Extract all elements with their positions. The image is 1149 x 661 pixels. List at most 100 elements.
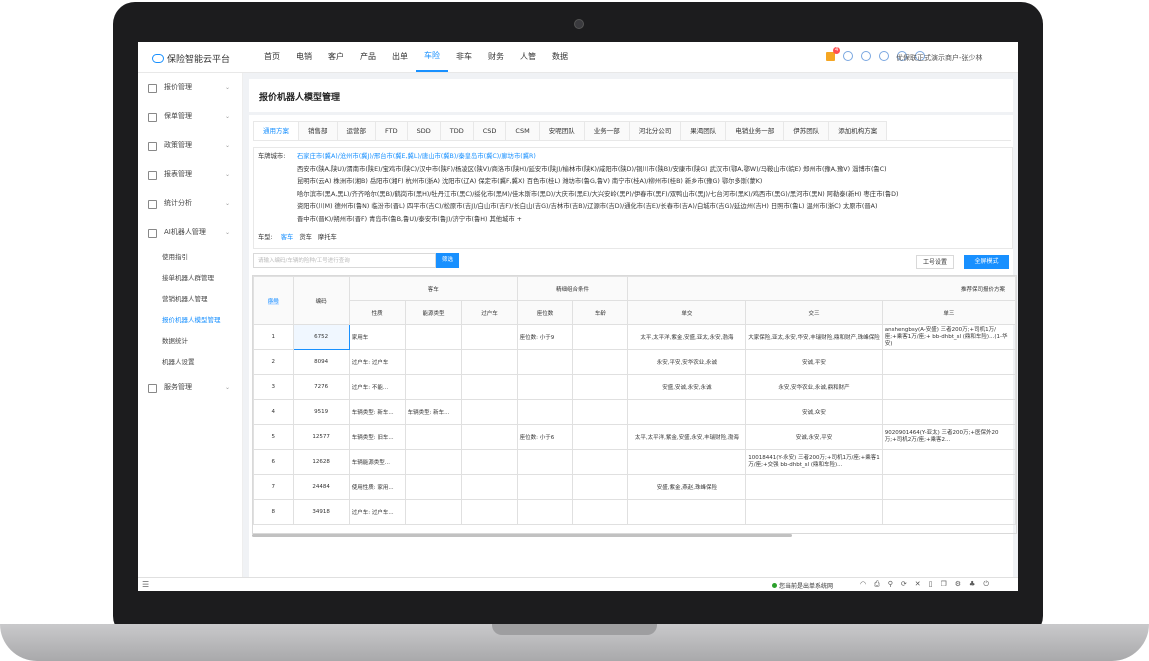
cell-code[interactable]: 6752 — [292, 324, 350, 350]
nav-item[interactable]: 产品 — [352, 42, 384, 72]
cell-sanzhe[interactable] — [881, 399, 1016, 425]
nav-item[interactable]: 出单 — [384, 42, 416, 72]
cell-energy[interactable] — [404, 474, 463, 500]
table-row[interactable]: 2 8094 过户车: 过户车 永安,平安,安华农业,永诚 安诚,平安 — [253, 349, 1016, 375]
print-icon[interactable]: ⎙ — [874, 580, 880, 589]
tab[interactable]: SDD — [406, 121, 441, 140]
cell-single[interactable]: 永安,平安,安华农业,永诚 — [627, 349, 747, 375]
cell-seats[interactable]: 座位数: 小于6 — [516, 424, 574, 450]
cell-age[interactable] — [572, 474, 629, 500]
cell-single[interactable] — [627, 499, 747, 525]
cell-single[interactable]: 安盛,安诚,永安,永诚 — [627, 374, 747, 400]
sidebar-subitem[interactable]: 营销机器人管理 — [138, 289, 242, 310]
table-row[interactable]: 4 9519 车辆类型: 新车... 车辆类型: 新车... 安诚,众安 — [253, 399, 1016, 425]
settings-icon[interactable] — [843, 51, 853, 61]
tab[interactable]: 业务一部 — [583, 121, 630, 140]
cell-nature[interactable]: 车辆类型: 新车... — [348, 399, 406, 425]
sidebar-item[interactable]: AI机器人管理 ⌄ — [138, 218, 242, 247]
cell-jiaosan[interactable] — [745, 499, 883, 525]
cell-seq[interactable]: 7 — [253, 474, 294, 500]
gift-icon[interactable]: 4 — [826, 46, 841, 61]
vehicle-type-option[interactable]: 客车 — [281, 234, 294, 241]
cell-sanzhe[interactable] — [881, 449, 1016, 475]
close-icon[interactable]: ✕ — [915, 580, 921, 589]
cell-seats[interactable] — [516, 399, 574, 425]
nav-item[interactable]: 客户 — [320, 42, 352, 72]
cell-seq[interactable]: 6 — [253, 449, 294, 475]
cell-jiaosan[interactable]: 安诚,平安 — [745, 349, 883, 375]
cell-seats[interactable] — [516, 374, 574, 400]
sidebar-subitem[interactable]: 数据统计 — [138, 331, 242, 352]
cell-sanzhe[interactable] — [881, 374, 1016, 400]
cell-seq[interactable]: 3 — [253, 374, 294, 400]
city-group[interactable]: 晋中市(晋K)/朔州市(晋F) 青岛市(鲁B,鲁U)/泰安市(鲁J)/济宁市(鲁… — [297, 214, 1009, 227]
vehicle-type-option[interactable]: 摩托车 — [318, 234, 337, 241]
cell-seats[interactable] — [516, 474, 574, 500]
table-row[interactable]: 5 12577 车辆类型: 旧车... 座位数: 小于6 太平,太平洋,紫金,安盛,永安… — [253, 424, 1016, 450]
cell-seq[interactable]: 2 — [253, 349, 294, 375]
cell-jiaosan[interactable]: 永安,安华农业,永诚,鼎和财产 — [745, 374, 883, 400]
cell-transfer[interactable] — [461, 349, 518, 375]
menu-icon[interactable]: ☰ — [142, 580, 149, 589]
cell-jiaosan[interactable]: 大家保险,亚太,永安,华安,丰瑞财险,鼎和财产,珠峰保险 — [745, 324, 883, 350]
table-row[interactable]: 3 7276 过户车: 不能... 安盛,安诚,永安,永诚 永安,安华农业,永诚,鼎和财… — [253, 374, 1016, 400]
cell-nature[interactable]: 过户车: 不能... — [348, 374, 406, 400]
sidebar-item[interactable]: 统计分析 ⌄ — [138, 189, 242, 218]
cell-energy[interactable] — [404, 324, 463, 350]
pet-icon[interactable]: ♣ — [969, 580, 975, 589]
cell-sanzhe[interactable]: 9020901464(Y-亚太) 三者200万;+医保外20万;+司机2万/座;… — [881, 424, 1016, 450]
cell-seq[interactable]: 1 — [253, 324, 294, 350]
cell-age[interactable] — [572, 374, 629, 400]
nav-item[interactable]: 数据 — [544, 42, 576, 72]
tab[interactable]: TDD — [439, 121, 474, 140]
table-row[interactable]: 1 6752 家用车 座位数: 小于9 太平,太平洋,紫金,安盛,亚太,永安,渤海 大家保… — [253, 324, 1016, 350]
table-row[interactable]: 7 24484 使用性质: 家用... 安盛,紫金,燕赵,珠峰保险 — [253, 474, 1016, 500]
cell-age[interactable] — [572, 349, 629, 375]
headset-icon[interactable] — [879, 51, 889, 61]
cell-code[interactable]: 24484 — [292, 474, 350, 500]
city-group[interactable]: 西安市(陕A,陕U)/渭南市(陕E)/宝鸡市(陕C)/汉中市(陕F)/杨凌区(陕… — [297, 164, 1009, 177]
cell-jiaosan[interactable]: 10018441(Y-永安) 三者200万;+司机1万/座;+乘客1万/座;+交… — [745, 449, 883, 475]
tab[interactable]: 果渴团队 — [680, 121, 727, 140]
table-row[interactable]: 6 12628 车辆能源类型... 10018441(Y-永安) 三者200万;+司机… — [253, 449, 1016, 475]
cell-energy[interactable] — [404, 499, 463, 525]
cell-nature[interactable]: 过户车: 过户车 — [348, 349, 406, 375]
cell-transfer[interactable] — [461, 499, 518, 525]
sidebar-subitem[interactable]: 使用指引 — [138, 247, 242, 268]
cell-transfer[interactable] — [461, 449, 518, 475]
cell-code[interactable]: 9519 — [292, 399, 350, 425]
tab[interactable]: 通用方案 — [253, 121, 299, 140]
tab[interactable]: 河北分公司 — [628, 121, 682, 140]
cell-age[interactable] — [572, 324, 629, 350]
refresh-icon[interactable] — [861, 51, 871, 61]
horizontal-scrollbar[interactable] — [252, 534, 792, 537]
cell-seq[interactable]: 5 — [253, 424, 294, 450]
sync-icon[interactable]: ⟳ — [901, 580, 907, 589]
wifi-icon[interactable]: ◠ — [860, 580, 866, 589]
copy-icon[interactable]: ❐ — [940, 580, 946, 589]
nav-item[interactable]: 电销 — [288, 42, 320, 72]
cell-code[interactable]: 12577 — [292, 424, 350, 450]
cell-nature[interactable]: 使用性质: 家用... — [348, 474, 406, 500]
cell-code[interactable]: 34918 — [292, 499, 350, 525]
cell-transfer[interactable] — [461, 399, 518, 425]
cell-sanzhe[interactable] — [881, 499, 1016, 525]
tab[interactable]: 运营部 — [336, 121, 376, 140]
cell-seats[interactable]: 座位数: 小于9 — [516, 324, 574, 350]
cell-transfer[interactable] — [461, 474, 518, 500]
nav-item[interactable]: 首页 — [256, 42, 288, 72]
power-icon[interactable]: ⏻ — [983, 580, 989, 589]
cell-single[interactable] — [627, 449, 747, 475]
cell-age[interactable] — [572, 449, 629, 475]
cell-seats[interactable] — [516, 449, 574, 475]
cell-code[interactable]: 8094 — [292, 349, 350, 375]
cell-energy[interactable] — [404, 449, 463, 475]
sidebar-subitem[interactable]: 机器人设置 — [138, 352, 242, 373]
cell-single[interactable]: 太平,太平洋,紫金,安盛,亚太,永安,渤海 — [627, 324, 747, 350]
cell-code[interactable]: 7276 — [292, 374, 350, 400]
cell-age[interactable] — [572, 399, 629, 425]
cell-energy[interactable] — [404, 424, 463, 450]
tool-icon[interactable]: ⚲ — [888, 580, 893, 589]
selected-cities[interactable]: 石家庄市(冀A)/沧州市(冀J)/邢台市(冀E,冀L)/唐山市(冀B)/秦皇岛市… — [297, 151, 1009, 164]
tab[interactable]: CSM — [505, 121, 540, 140]
